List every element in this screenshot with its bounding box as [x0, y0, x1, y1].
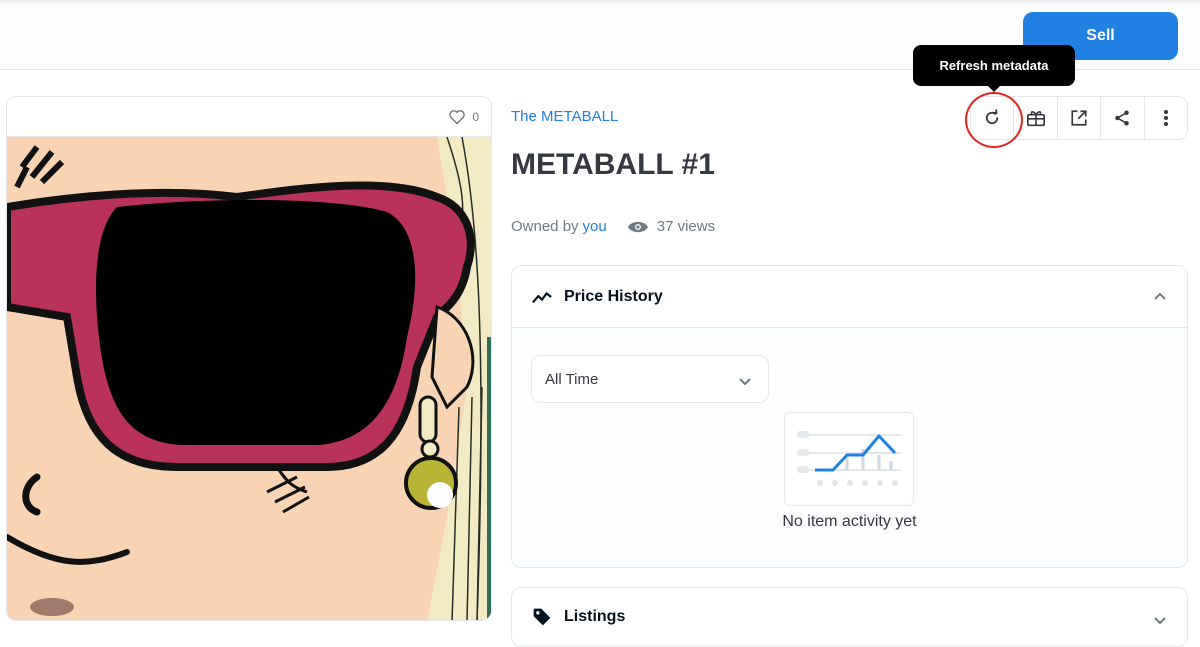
artwork-header: 0: [7, 97, 491, 137]
item-toolbar: [970, 96, 1188, 140]
artwork-card: 0: [6, 96, 492, 621]
chevron-down-icon[interactable]: [1153, 612, 1167, 630]
refresh-metadata-tooltip: Refresh metadata: [913, 45, 1075, 92]
owner-link[interactable]: you: [583, 218, 607, 235]
transfer-button[interactable]: [1014, 97, 1058, 139]
chevron-down-icon: [738, 373, 752, 390]
price-history-panel: Price History All Time No item activity …: [511, 265, 1188, 568]
empty-activity-text: No item activity yet: [782, 513, 917, 530]
nft-artwork-image: [7, 137, 491, 620]
tag-icon: [532, 607, 552, 627]
owned-by-label: Owned by: [511, 218, 579, 235]
views-count: 37 views: [627, 218, 715, 235]
listings-panel[interactable]: Listings: [511, 587, 1188, 647]
open-external-button[interactable]: [1057, 97, 1102, 139]
time-range-select[interactable]: All Time: [531, 355, 769, 403]
time-range-value: All Time: [545, 370, 599, 388]
top-shadow: [0, 0, 1200, 5]
eye-icon: [627, 220, 649, 234]
empty-chart-illustration: [784, 412, 914, 506]
refresh-icon: [983, 109, 1001, 127]
price-history-header[interactable]: Price History: [512, 266, 1187, 328]
listings-title: Listings: [564, 608, 626, 625]
collection-link[interactable]: The METABALL: [511, 108, 618, 125]
ownership-row: Owned by you 37 views: [511, 218, 715, 235]
heart-icon[interactable]: [448, 109, 466, 125]
price-history-body: All Time No item activity yet: [512, 328, 1187, 567]
views-label: 37 views: [656, 218, 716, 235]
more-vertical-icon: [1163, 109, 1169, 127]
chevron-up-icon[interactable]: [1153, 288, 1167, 306]
external-link-icon: [1070, 109, 1088, 127]
item-title: METABALL #1: [511, 148, 715, 181]
price-history-title: Price History: [564, 287, 663, 305]
favorite-count: 0: [472, 109, 479, 124]
trending-icon: [532, 290, 552, 304]
share-button[interactable]: [1101, 97, 1145, 139]
share-icon: [1113, 109, 1131, 127]
more-options-button[interactable]: [1144, 97, 1187, 139]
gift-icon: [1026, 109, 1046, 127]
refresh-metadata-button[interactable]: [971, 97, 1015, 139]
